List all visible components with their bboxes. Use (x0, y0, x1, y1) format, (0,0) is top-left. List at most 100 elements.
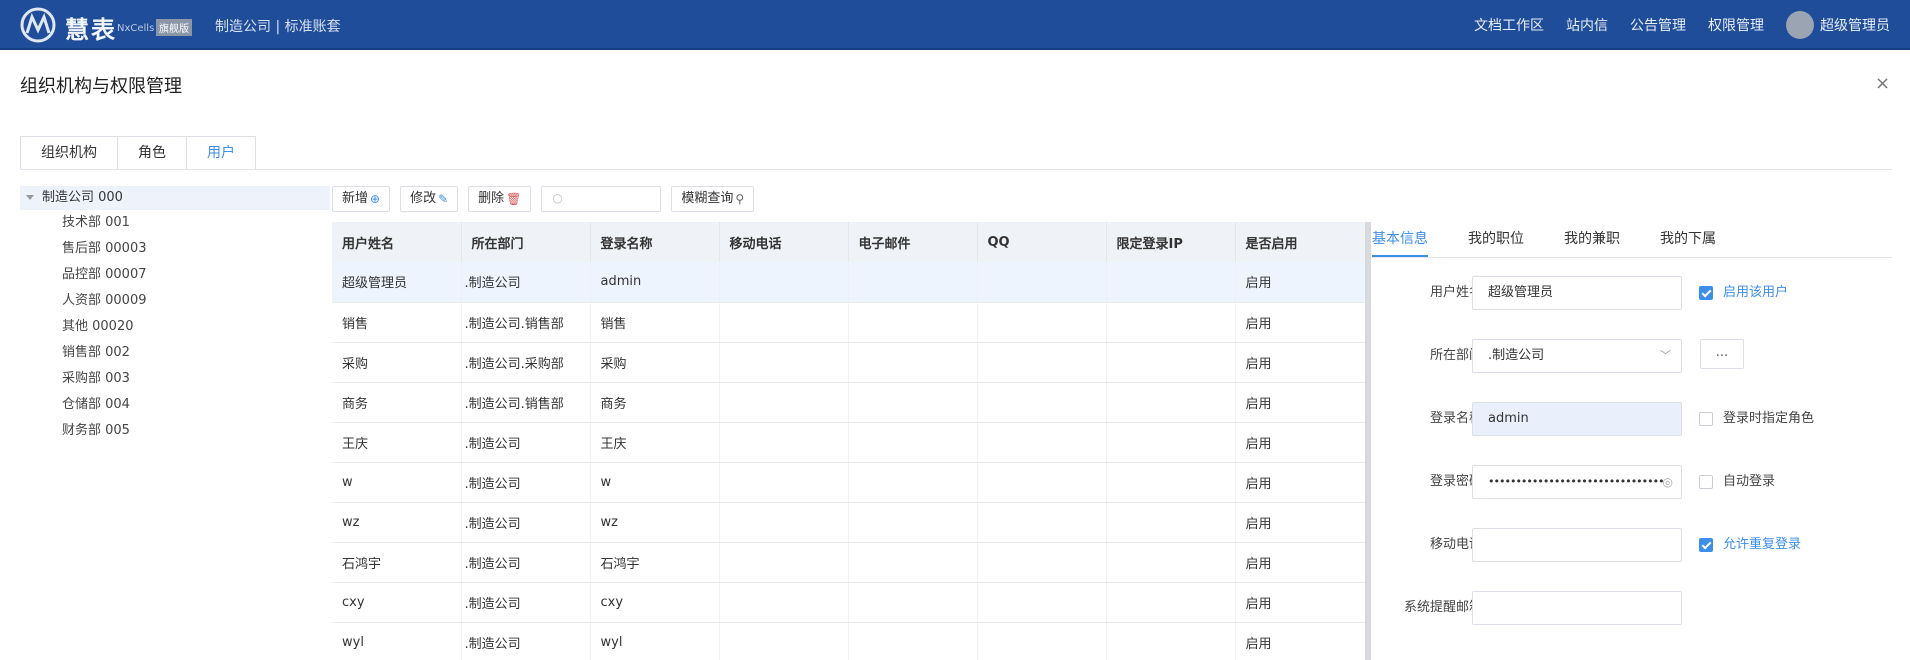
tabs-divider (20, 169, 1892, 170)
table-cell: cxy (332, 582, 462, 623)
caret-down-icon[interactable] (26, 195, 34, 200)
user-toolbar: 新增 ⊕ 修改 ✎ 删除 🗑 ○ 模糊查询 ⚲ (332, 186, 755, 212)
table-cell (848, 342, 978, 383)
row-mobile: 移动电话 允许重复登录 (1372, 528, 1892, 562)
col-user-name[interactable]: 用户姓名 (332, 222, 462, 262)
edit-label: 修改 (410, 191, 437, 206)
table-cell: .制造公司 (461, 422, 591, 463)
table-cell: 启用 (1235, 302, 1365, 343)
add-button[interactable]: 新增 ⊕ (332, 186, 391, 212)
search-icon: ○ (552, 191, 563, 205)
tab-my-position[interactable]: 我的职位 (1468, 224, 1524, 257)
table-cell (848, 302, 978, 343)
tree-item[interactable]: 售后部 00003 (20, 236, 330, 262)
assign-role-label[interactable]: 登录时指定角色 (1723, 402, 1814, 436)
col-mobile[interactable]: 移动电话 (719, 222, 849, 262)
table-row[interactable]: 销售 .制造公司.销售部 销售 启用 (332, 302, 1365, 343)
table-cell: wyl (332, 622, 462, 660)
edit-button[interactable]: 修改 ✎ (400, 186, 459, 212)
col-email[interactable]: 电子邮件 (848, 222, 978, 262)
nav-permissions[interactable]: 权限管理 (1708, 15, 1764, 35)
table-cell (1106, 582, 1236, 623)
fuzzy-search-button[interactable]: 模糊查询 ⚲ (671, 186, 755, 212)
table-cell: 启用 (1235, 582, 1365, 623)
table-cell (719, 342, 849, 383)
logo-icon (20, 7, 56, 43)
tree-item[interactable]: 品控部 00007 (20, 262, 330, 288)
delete-button[interactable]: 删除 🗑 (468, 186, 532, 212)
user-name-field[interactable]: 超级管理员 (1472, 276, 1682, 310)
allow-repeat-login-checkbox[interactable] (1699, 538, 1713, 552)
col-login-name[interactable]: 登录名称 (590, 222, 720, 262)
auto-login-checkbox[interactable] (1699, 475, 1713, 489)
company-account[interactable]: 制造公司 | 标准账套 (215, 16, 341, 36)
table-cell (848, 622, 978, 660)
plus-circle-icon: ⊕ (370, 192, 381, 206)
tab-roles[interactable]: 角色 (117, 136, 186, 170)
table-cell: .制造公司 (461, 622, 591, 660)
top-nav: 文档工作区 站内信 公告管理 权限管理 超级管理员 (1474, 0, 1890, 50)
user-menu[interactable]: 超级管理员 (1786, 11, 1890, 39)
table-body: 超级管理员 .制造公司 admin 启用 销售 .制造公司.销售部 销售 启用 采购 .制造公司.… (332, 262, 1365, 660)
login-name-field[interactable]: admin (1472, 402, 1682, 436)
close-icon[interactable]: × (1875, 73, 1890, 94)
allow-repeat-login-label[interactable]: 允许重复登录 (1723, 528, 1801, 562)
col-enabled[interactable]: 是否启用 (1235, 222, 1365, 262)
user-name: 超级管理员 (1820, 18, 1890, 34)
tree-item[interactable]: 仓储部 004 (20, 392, 330, 418)
tree-item[interactable]: 采购部 003 (20, 366, 330, 392)
table-cell: 启用 (1235, 382, 1365, 423)
nav-announcements[interactable]: 公告管理 (1630, 15, 1686, 35)
table-cell: 启用 (1235, 422, 1365, 463)
tree-item[interactable]: 技术部 001 (20, 210, 330, 236)
table-row[interactable]: wz .制造公司 wz 启用 (332, 502, 1365, 543)
enable-user-checkbox[interactable] (1699, 286, 1713, 300)
table-cell (977, 422, 1107, 463)
table-row[interactable]: 采购 .制造公司.采购部 采购 启用 (332, 342, 1365, 383)
tab-my-parttime[interactable]: 我的兼职 (1564, 224, 1620, 257)
col-ip[interactable]: 限定登录IP (1106, 222, 1236, 262)
table-cell: 启用 (1235, 342, 1365, 383)
brand-sub: NxCells (117, 23, 155, 34)
top-bar: 慧表 NxCells 旗舰版 制造公司 | 标准账套 文档工作区 站内信 公告管… (0, 0, 1910, 50)
table-cell: 启用 (1235, 502, 1365, 543)
password-field[interactable]: •••••••••••••••••••••••••••••••• ◎ (1472, 465, 1682, 499)
table-cell: wz (590, 502, 720, 543)
tree-item[interactable]: 财务部 005 (20, 418, 330, 444)
tab-basic-info[interactable]: 基本信息 (1372, 224, 1428, 257)
reminder-email-field[interactable] (1472, 591, 1682, 625)
mobile-field[interactable] (1472, 528, 1682, 562)
tab-organization[interactable]: 组织机构 (20, 136, 117, 170)
table-cell (1106, 422, 1236, 463)
assign-role-checkbox[interactable] (1699, 412, 1713, 426)
search-input[interactable]: ○ (541, 186, 662, 212)
table-row[interactable]: 超级管理员 .制造公司 admin 启用 (332, 262, 1365, 303)
table-cell: 商务 (590, 382, 720, 423)
table-row[interactable]: wyl .制造公司 wyl 启用 (332, 622, 1365, 660)
enable-user-label[interactable]: 启用该用户 (1723, 276, 1788, 310)
department-more-button[interactable]: ... (1700, 339, 1744, 369)
auto-login-label[interactable]: 自动登录 (1723, 465, 1775, 499)
tree-item[interactable]: 销售部 002 (20, 340, 330, 366)
nav-doc-workspace[interactable]: 文档工作区 (1474, 15, 1544, 35)
col-department[interactable]: 所在部门 (461, 222, 591, 262)
table-cell (1106, 462, 1236, 503)
tree-item[interactable]: 人资部 00009 (20, 288, 330, 314)
tree-item[interactable]: 其他 00020 (20, 314, 330, 340)
tab-users[interactable]: 用户 (186, 136, 256, 170)
table-row[interactable]: 商务 .制造公司.销售部 商务 启用 (332, 382, 1365, 423)
table-row[interactable]: 石鸿宇 .制造公司 石鸿宇 启用 (332, 542, 1365, 583)
col-qq[interactable]: QQ (977, 222, 1107, 262)
table-row[interactable]: 王庆 .制造公司 王庆 启用 (332, 422, 1365, 463)
tree-root[interactable]: 制造公司 000 (20, 186, 330, 210)
table-row[interactable]: w .制造公司 w 启用 (332, 462, 1365, 503)
nav-messages[interactable]: 站内信 (1566, 15, 1608, 35)
table-cell: .制造公司.销售部 (461, 302, 591, 343)
table-cell (848, 582, 978, 623)
table-row[interactable]: cxy .制造公司 cxy 启用 (332, 582, 1365, 623)
table-scrollbar[interactable] (1365, 222, 1371, 660)
tab-my-subordinates[interactable]: 我的下属 (1660, 224, 1716, 257)
add-label: 新增 (342, 191, 369, 206)
eye-icon[interactable]: ◎ (1663, 466, 1673, 498)
department-select[interactable]: .制造公司 ﹀ (1472, 339, 1682, 373)
